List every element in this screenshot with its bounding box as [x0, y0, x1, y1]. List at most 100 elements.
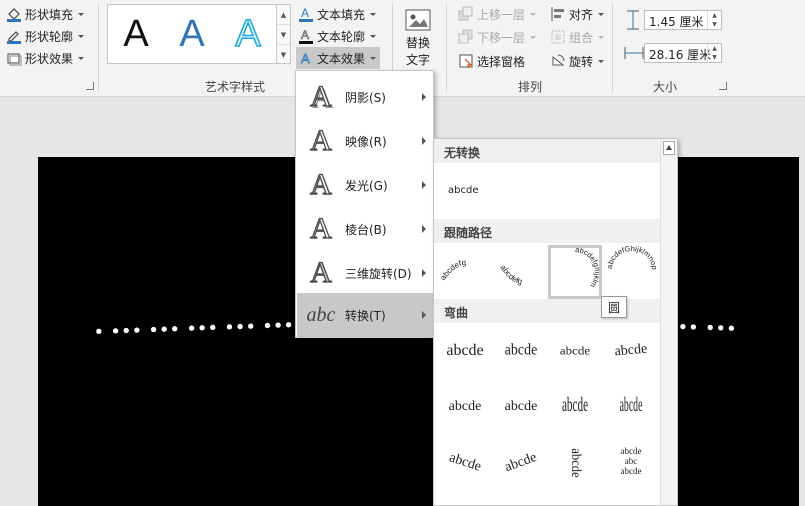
menu-item-3d-rotation[interactable]: A 三维旋转(D) — [297, 251, 434, 295]
warp-button[interactable]: abcde — [612, 371, 650, 444]
shape-height-icon — [625, 10, 641, 33]
height-spinner[interactable]: ▲ ▼ — [707, 11, 721, 29]
warp-square[interactable]: abcde — [438, 325, 492, 377]
menu-item-reflection[interactable]: A 映像(R) — [297, 119, 434, 163]
shape-effects-button[interactable]: 形状效果 — [6, 48, 85, 68]
chevron-down-icon — [370, 56, 377, 60]
chevron-down-icon — [598, 59, 605, 63]
menu-item-transform[interactable]: abc 转换(T) — [297, 293, 434, 337]
follow-path-circle[interactable]: abcdefghijklm — [548, 245, 602, 299]
svg-text:abcdefghijklm: abcdefghijklm — [575, 248, 599, 289]
chevron-down-icon[interactable]: ▼ — [277, 25, 290, 45]
wordart-style-cyan[interactable]: A — [220, 5, 276, 63]
chevron-up-icon[interactable]: ▲ — [277, 5, 290, 25]
menu-item-glow[interactable]: A 发光(G) — [297, 163, 434, 207]
tooltip: 圆 — [601, 296, 627, 318]
shape-effects-label: 形状效果 — [25, 51, 74, 66]
slide-dotted-text-right[interactable]: •• ••• — [678, 318, 738, 338]
send-backward-icon — [458, 29, 474, 45]
svg-text:A: A — [301, 28, 309, 42]
group-button[interactable]: 组合 — [550, 27, 605, 47]
chevron-down-icon — [78, 34, 85, 38]
shape-height-input[interactable]: 1.45 厘米 ▲ ▼ — [644, 10, 722, 30]
align-button[interactable]: 对齐 — [550, 4, 605, 24]
wordart-gallery-scroll[interactable]: ▲ ▼ ▼ — [277, 4, 291, 64]
warp-wave[interactable]: abcde — [549, 439, 601, 488]
text-effects-label: 文本效果 — [317, 51, 366, 66]
text-fill-button[interactable]: A 文本填充 — [298, 4, 377, 24]
wordart-group-label: 艺术字样式 — [204, 80, 265, 94]
text-fill-icon: A — [298, 6, 314, 22]
warp-inflate[interactable]: abcde — [438, 381, 492, 433]
warp-arch-up[interactable]: abcde — [434, 430, 499, 496]
text-effects-icon: A — [298, 50, 314, 67]
svg-text:abcdefg: abcdefg — [438, 258, 466, 282]
align-label: 对齐 — [569, 7, 594, 22]
width-spinner[interactable]: ▲ ▼ — [707, 44, 721, 62]
gallery-more-icon[interactable]: ▼ — [277, 45, 290, 65]
text-effects-button[interactable]: A 文本效果 — [296, 47, 380, 69]
warp-circle[interactable]: abcde — [553, 371, 596, 444]
alt-text-label-1: 替换 — [405, 36, 430, 50]
follow-path-arch-down[interactable]: abcdefg — [494, 245, 550, 299]
arrange-group-label: 排列 — [517, 80, 542, 94]
menu-item-shadow[interactable]: A 阴影(S) — [297, 75, 434, 119]
align-icon — [550, 6, 566, 22]
chevron-down-icon — [370, 12, 377, 16]
chevron-down-icon — [598, 12, 605, 16]
chevron-down-icon — [530, 35, 537, 39]
warp-stack[interactable]: abcde abc abcde — [604, 435, 658, 487]
bring-forward-icon — [458, 6, 474, 22]
shadow-effect-icon: A — [310, 79, 333, 113]
transform-gallery-scrollbar[interactable] — [660, 139, 677, 505]
no-transform-option[interactable]: abcde — [448, 185, 478, 196]
follow-path-arch-up[interactable]: abcdefg — [438, 245, 494, 299]
warp-deflate[interactable]: abcde — [494, 381, 548, 433]
send-backward-label: 下移一层 — [477, 30, 526, 45]
follow-path-button[interactable]: abcdefGhijklmnop — [604, 245, 660, 299]
alt-text-button[interactable]: 替换 文字 — [398, 6, 438, 70]
shape-width-input[interactable]: 28.16 厘米 ▲ ▼ — [644, 43, 722, 63]
chevron-right-icon — [422, 225, 426, 233]
scroll-up-icon[interactable] — [663, 141, 675, 155]
shape-width-icon — [624, 45, 644, 64]
rotate-label: 旋转 — [569, 54, 594, 69]
chevron-right-icon — [422, 181, 426, 189]
selection-pane-button[interactable]: 选择窗格 — [458, 51, 525, 71]
menu-item-bevel[interactable]: A 棱台(B) — [297, 207, 434, 251]
alt-text-icon — [403, 8, 433, 34]
shape-fill-label: 形状填充 — [25, 7, 74, 22]
wordart-style-black[interactable]: A — [108, 5, 164, 63]
group-icon — [550, 29, 566, 45]
chevron-right-icon — [422, 269, 426, 277]
paint-bucket-icon — [6, 6, 22, 22]
group-label: 组合 — [569, 30, 594, 45]
shape-styles-launcher-icon[interactable] — [86, 82, 94, 90]
size-group-label: 大小 — [652, 80, 677, 94]
warp-triangle-up[interactable]: abcde — [494, 322, 548, 379]
shape-fill-button[interactable]: 形状填充 — [6, 4, 85, 24]
size-launcher-icon[interactable] — [719, 82, 727, 90]
reflection-effect-icon: A — [310, 123, 333, 157]
selection-pane-label: 选择窗格 — [477, 54, 526, 69]
selection-pane-icon — [458, 53, 474, 69]
shape-outline-button[interactable]: 形状轮廓 — [6, 26, 85, 46]
warp-triangle-down[interactable]: abcde — [548, 328, 602, 375]
rotate-button[interactable]: 旋转 — [550, 51, 605, 71]
svg-text:abcdefGhijklmnop: abcdefGhijklmnop — [605, 245, 659, 270]
shape-effects-icon — [6, 50, 22, 66]
transform-gallery: 无转换 abcde 跟随路径 abcdefg abcdefg abcdefghi… — [433, 138, 678, 506]
transform-effect-icon: abc — [306, 303, 336, 326]
text-effects-menu: A 阴影(S) A 映像(R) A 发光(G) A 棱台(B) A 三维旋转(D… — [295, 70, 434, 338]
chevron-down-icon — [78, 12, 85, 16]
bevel-effect-icon: A — [310, 211, 333, 245]
bring-forward-button[interactable]: 上移一层 — [458, 4, 537, 24]
bring-forward-label: 上移一层 — [477, 7, 526, 22]
warp-arch-down[interactable]: abcde — [487, 429, 556, 496]
group-separator — [98, 4, 99, 92]
chevron-right-icon — [422, 93, 426, 101]
text-outline-button[interactable]: A 文本轮廓 — [298, 26, 377, 46]
alt-text-label-2: 文字 — [405, 53, 430, 67]
send-backward-button[interactable]: 下移一层 — [458, 27, 537, 47]
wordart-style-blue[interactable]: A — [164, 5, 220, 63]
